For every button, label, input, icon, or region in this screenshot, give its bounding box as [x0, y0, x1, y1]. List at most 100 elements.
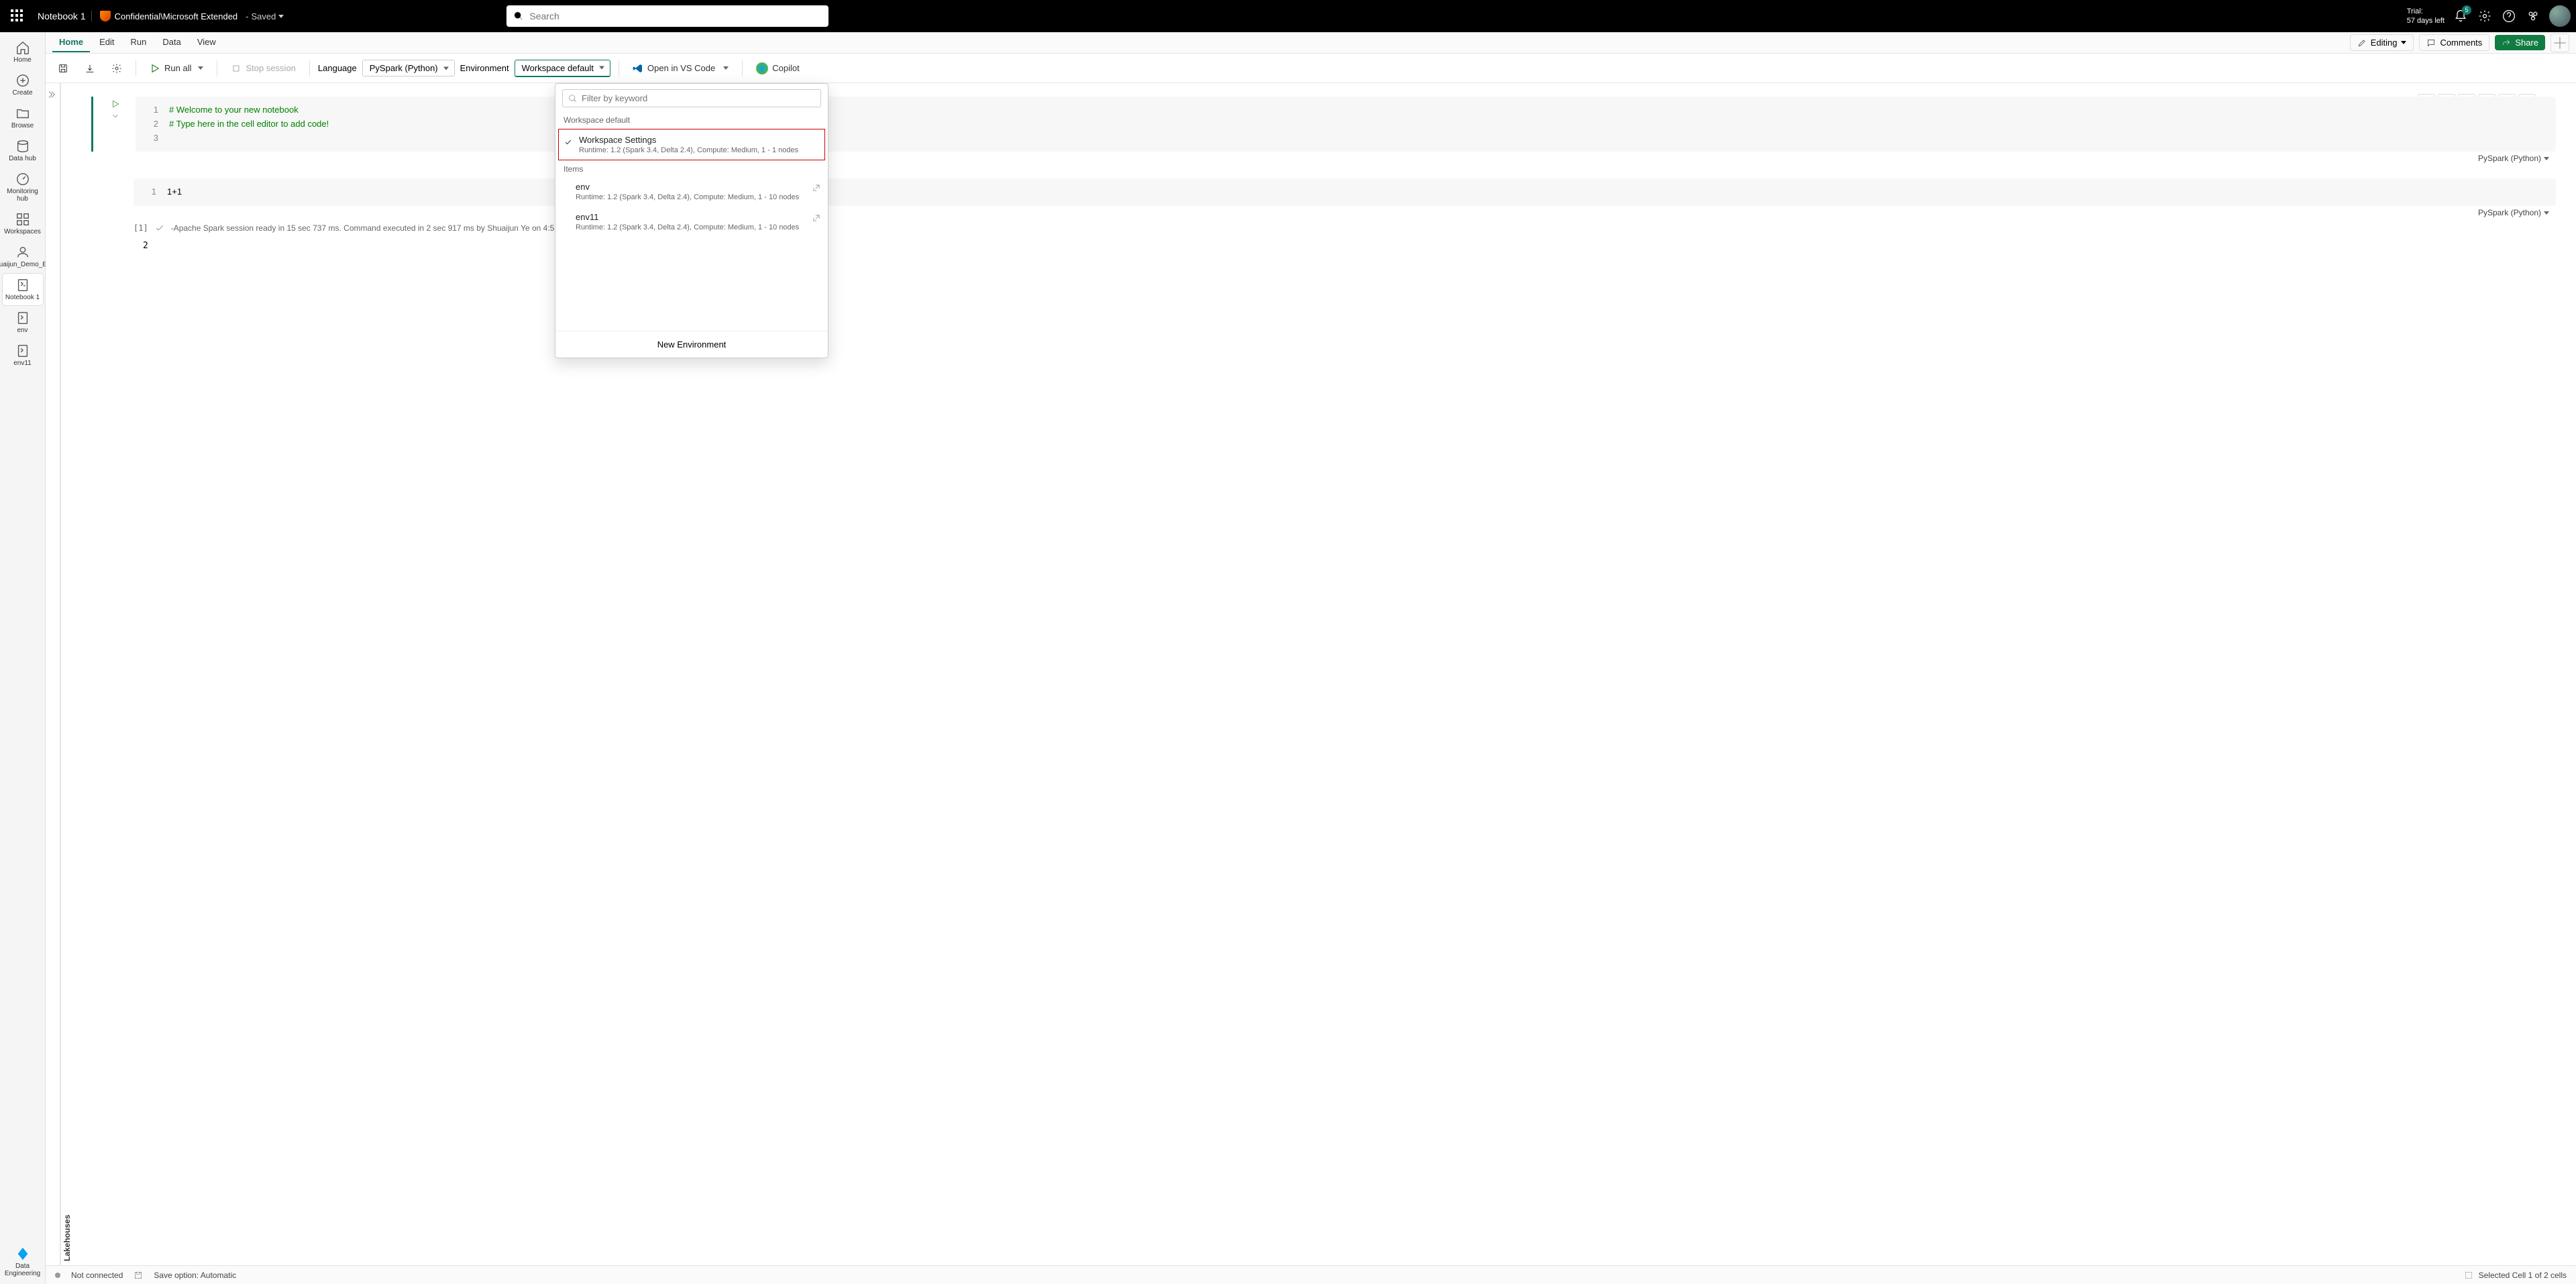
env-option-env[interactable]: env Runtime: 1.2 (Spark 3.4, Delta 2.4),…: [555, 176, 828, 207]
save-button[interactable]: [52, 60, 74, 76]
feedback-icon: [2526, 9, 2540, 23]
chevron-down-icon: [443, 66, 449, 70]
cell-language-tag[interactable]: PySpark (Python): [2478, 152, 2549, 165]
env-section-header: Items: [555, 162, 828, 176]
chevron-down-icon: [2544, 211, 2549, 215]
environment-label: Environment: [460, 63, 509, 73]
notebook-content: Lakehouses M↓: [46, 83, 2576, 1265]
chevron-down-icon: [2544, 157, 2549, 160]
monitor-icon: [15, 172, 30, 186]
cell-editor[interactable]: 1# Welcome to your new notebook 2# Type …: [136, 97, 2556, 152]
cell-editor[interactable]: 11+1 PySpark (Python): [133, 178, 2556, 206]
execution-status: -Apache Spark session ready in 15 sec 73…: [171, 223, 566, 233]
copilot-panel-button[interactable]: [2551, 34, 2569, 52]
search-input[interactable]: [529, 11, 822, 21]
chevron-down-icon: [599, 66, 604, 70]
nav-create[interactable]: Create: [3, 69, 43, 101]
env-icon: [15, 311, 30, 325]
chevron-down-icon: [723, 66, 729, 70]
nav-data-engineering[interactable]: Data Engineering: [3, 1242, 43, 1284]
database-icon: [15, 139, 30, 154]
trial-status[interactable]: Trial:57 days left: [2407, 7, 2445, 26]
notebook-icon: [15, 278, 30, 292]
run-menu-icon[interactable]: [111, 111, 120, 124]
tab-home[interactable]: Home: [52, 33, 90, 52]
nav-browse[interactable]: Browse: [3, 102, 43, 133]
nav-home[interactable]: Home: [3, 36, 43, 68]
top-bar: Notebook 1 Confidential\Microsoft Extend…: [0, 0, 2576, 32]
comments-button[interactable]: Comments: [2419, 34, 2489, 51]
gear-icon: [111, 63, 122, 74]
nav-workspaces[interactable]: Workspaces: [3, 208, 43, 239]
user-avatar[interactable]: [2549, 5, 2571, 27]
nav-datahub[interactable]: Data hub: [3, 135, 43, 166]
ribbon-tabs: Home Edit Run Data View Editing Comments…: [46, 32, 2576, 54]
global-search[interactable]: [506, 5, 828, 27]
cell-output: 2: [143, 234, 2556, 251]
nav-env[interactable]: env: [3, 307, 43, 338]
save-status[interactable]: -Saved: [246, 11, 284, 21]
environment-dropdown[interactable]: Workspace default: [515, 60, 610, 77]
env-option-workspace-settings[interactable]: Workspace Settings Runtime: 1.2 (Spark 3…: [558, 129, 825, 160]
download-icon: [85, 63, 95, 74]
execution-count: [1]: [133, 223, 148, 233]
check-icon: [155, 223, 164, 233]
run-all-button[interactable]: Run all: [144, 60, 209, 76]
sensitivity-label[interactable]: Confidential\Microsoft Extended: [100, 11, 238, 21]
external-link-icon[interactable]: [812, 213, 821, 223]
stop-icon: [231, 63, 241, 74]
status-bar: Not connected Save option: Automatic Sel…: [46, 1265, 2576, 1284]
settings-gear-button[interactable]: [106, 60, 127, 76]
editing-mode-button[interactable]: Editing: [2350, 34, 2414, 51]
workspace-icon: [15, 245, 30, 260]
vscode-icon: [633, 63, 643, 74]
nav-monitoring[interactable]: Monitoring hub: [3, 168, 43, 207]
nav-env11[interactable]: env11: [3, 339, 43, 371]
notebook-toolbar: Run all Stop session Language PySpark (P…: [46, 54, 2576, 83]
search-icon: [513, 11, 524, 21]
nav-user-workspace[interactable]: Shuaijun_Demo_Env: [3, 241, 43, 272]
tab-view[interactable]: View: [191, 33, 223, 52]
external-link-icon[interactable]: [812, 183, 821, 193]
notifications-button[interactable]: 5: [2453, 8, 2469, 24]
connection-status: Not connected: [71, 1271, 123, 1280]
env-icon: [15, 343, 30, 358]
folder-icon: [15, 106, 30, 121]
notebook-title[interactable]: Notebook 1: [38, 11, 92, 21]
open-vscode-button[interactable]: Open in VS Code: [627, 60, 734, 76]
new-environment-button[interactable]: New Environment: [555, 331, 828, 358]
tab-edit[interactable]: Edit: [93, 33, 121, 52]
workspaces-icon: [15, 212, 30, 227]
connection-dot-icon: [55, 1273, 60, 1278]
diamond-icon: [15, 1246, 30, 1261]
search-icon: [568, 94, 578, 103]
feedback-button[interactable]: [2525, 8, 2541, 24]
chevron-down-icon: [278, 15, 284, 18]
env-filter[interactable]: [562, 89, 821, 107]
env-option-env11[interactable]: env11 Runtime: 1.2 (Spark 3.4, Delta 2.4…: [555, 207, 828, 237]
copilot-button[interactable]: Copilot: [751, 60, 804, 77]
expand-icon: [47, 89, 59, 101]
run-cell-icon[interactable]: [111, 99, 120, 109]
nav-notebook-1[interactable]: Notebook 1: [3, 274, 43, 305]
tab-run[interactable]: Run: [124, 33, 154, 52]
app-launcher-icon[interactable]: [9, 8, 25, 24]
sparkle-icon: [2551, 34, 2569, 52]
save-option: Save option: Automatic: [154, 1271, 236, 1280]
cell-language-tag[interactable]: PySpark (Python): [2478, 207, 2549, 219]
language-dropdown[interactable]: PySpark (Python): [362, 60, 455, 76]
left-nav-rail: Home Create Browse Data hub Monitoring h…: [0, 32, 46, 1284]
stop-session-button: Stop session: [225, 60, 301, 76]
save-icon: [58, 63, 68, 74]
save-icon: [133, 1271, 143, 1280]
env-filter-input[interactable]: [582, 93, 815, 103]
share-button[interactable]: Share: [2495, 35, 2545, 50]
cell-selection-status: Selected Cell 1 of 2 cells: [2479, 1271, 2567, 1280]
tab-data[interactable]: Data: [156, 33, 187, 52]
lakehouse-panel-toggle[interactable]: [46, 83, 60, 1265]
settings-button[interactable]: [2477, 8, 2493, 24]
download-button[interactable]: [79, 60, 101, 76]
help-button[interactable]: [2501, 8, 2517, 24]
language-label: Language: [318, 63, 357, 73]
plus-circle-icon: [15, 73, 30, 88]
